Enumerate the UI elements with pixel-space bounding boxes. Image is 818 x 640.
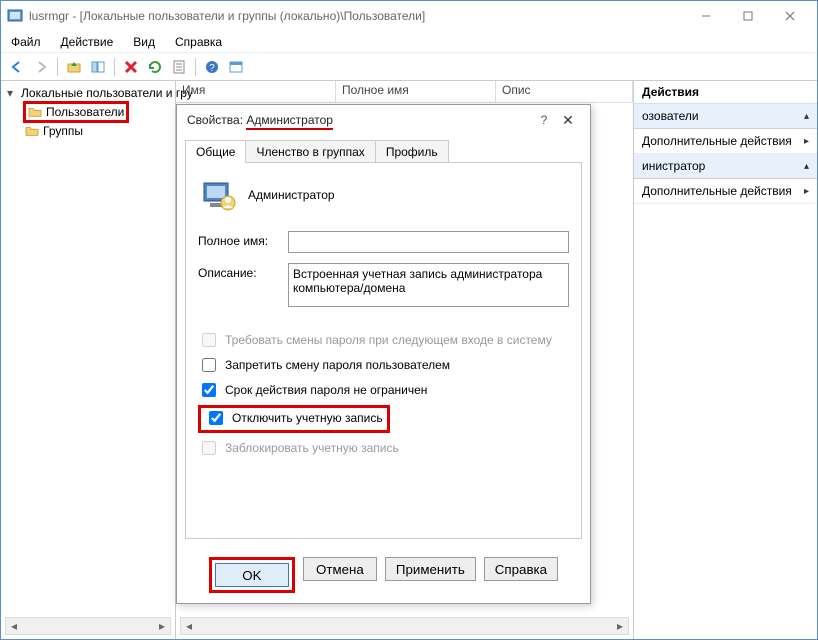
tree-scrollbar[interactable]: ◂ ▸: [5, 617, 171, 635]
svg-text:?: ?: [209, 63, 215, 74]
tab-general[interactable]: Общие: [185, 140, 246, 163]
maximize-button[interactable]: [727, 2, 769, 30]
back-button[interactable]: [7, 57, 27, 77]
tab-profile[interactable]: Профиль: [375, 140, 449, 163]
chk-locked-box: [202, 441, 216, 455]
tree-root-label: Локальные пользователи и гру: [21, 86, 193, 100]
chk-locked: Заблокировать учетную запись: [198, 438, 569, 458]
folder-icon: [28, 106, 42, 118]
scroll-right-icon[interactable]: ▸: [154, 618, 170, 634]
list-scrollbar[interactable]: ◂ ▸: [180, 617, 629, 635]
actions-section-admin[interactable]: инистратор ▴: [634, 154, 817, 179]
actions-section-label: озователи: [642, 109, 699, 123]
collapse-icon: ▴: [804, 111, 809, 122]
menu-view[interactable]: Вид: [129, 33, 159, 51]
cancel-button[interactable]: Отмена: [303, 557, 377, 581]
chk-disable[interactable]: Отключить учетную запись: [205, 408, 383, 428]
properties-button[interactable]: [169, 57, 189, 77]
tree-users[interactable]: Пользователи: [26, 104, 126, 120]
tree-root[interactable]: ▾ Локальные пользователи и гру: [5, 85, 171, 101]
description-input[interactable]: Встроенная учетная запись администратора…: [288, 263, 569, 307]
actions-more-label: Дополнительные действия: [642, 184, 792, 198]
toolbar-separator: [114, 58, 115, 76]
dialog-help-button[interactable]: ?: [532, 113, 556, 127]
show-hide-button[interactable]: [88, 57, 108, 77]
help-button[interactable]: ?: [202, 57, 222, 77]
full-name-label: Полное имя:: [198, 231, 288, 248]
actions-section-users[interactable]: озователи ▴: [634, 104, 817, 129]
scroll-right-icon[interactable]: ▸: [612, 618, 628, 634]
actions-more-2[interactable]: Дополнительные действия ▸: [634, 179, 817, 204]
col-name[interactable]: Имя: [176, 81, 336, 103]
chk-never-expire-box[interactable]: [202, 383, 216, 397]
refresh-button[interactable]: [145, 57, 165, 77]
chevron-right-icon: ▸: [804, 136, 809, 147]
scroll-left-icon[interactable]: ◂: [181, 618, 197, 634]
tab-general-body: Администратор Полное имя: Описание: Встр…: [185, 162, 582, 539]
dialog-tabs: Общие Членство в группах Профиль: [177, 139, 590, 162]
actions-panel: Действия озователи ▴ Дополнительные дейс…: [634, 81, 817, 639]
tree-users-label: Пользователи: [46, 105, 124, 119]
dialog-buttons: OK Отмена Применить Справка: [177, 547, 590, 603]
chk-no-change-box[interactable]: [202, 358, 216, 372]
properties-dialog: Свойства: Администратор ? ✕ Общие Членст…: [176, 104, 591, 604]
chk-never-expire[interactable]: Срок действия пароля не ограничен: [198, 380, 569, 400]
up-folder-button[interactable]: [64, 57, 84, 77]
chk-disable-box[interactable]: [209, 411, 223, 425]
toolbar-separator: [195, 58, 196, 76]
minimize-button[interactable]: [685, 2, 727, 30]
dialog-close-button[interactable]: ✕: [556, 112, 580, 129]
tree-panel: ▾ Локальные пользователи и гру Пользоват…: [1, 81, 176, 639]
folder-icon: [25, 125, 39, 137]
forward-button[interactable]: [31, 57, 51, 77]
user-icon: [198, 175, 238, 215]
tree-groups-label: Группы: [43, 124, 83, 138]
description-label: Описание:: [198, 263, 288, 280]
actions-more-1[interactable]: Дополнительные действия ▸: [634, 129, 817, 154]
menu-help[interactable]: Справка: [171, 33, 226, 51]
chk-force-change-box: [202, 333, 216, 347]
tab-membership[interactable]: Членство в группах: [245, 140, 375, 163]
apply-button[interactable]: Применить: [385, 557, 476, 581]
toolbar: ?: [1, 53, 817, 81]
scroll-left-icon[interactable]: ◂: [6, 618, 22, 634]
menubar: Файл Действие Вид Справка: [1, 31, 817, 53]
chk-no-change[interactable]: Запретить смену пароля пользователем: [198, 355, 569, 375]
actions-title: Действия: [634, 81, 817, 104]
dialog-help-btn[interactable]: Справка: [484, 557, 558, 581]
col-fullname[interactable]: Полное имя: [336, 81, 496, 103]
user-name-label: Администратор: [248, 188, 335, 202]
delete-button[interactable]: [121, 57, 141, 77]
actions-more-label: Дополнительные действия: [642, 134, 792, 148]
dialog-titlebar: Свойства: Администратор ? ✕: [177, 105, 590, 135]
actions-section-label: инистратор: [642, 159, 705, 173]
collapse-icon: ▴: [804, 161, 809, 172]
close-button[interactable]: [769, 2, 811, 30]
window-title: lusrmgr - [Локальные пользователи и груп…: [29, 9, 685, 23]
tree-groups[interactable]: Группы: [23, 123, 171, 139]
ok-button[interactable]: OK: [215, 563, 289, 587]
toolbar-separator: [57, 58, 58, 76]
menu-action[interactable]: Действие: [57, 33, 118, 51]
chevron-right-icon: ▸: [804, 186, 809, 197]
panel-button[interactable]: [226, 57, 246, 77]
full-name-input[interactable]: [288, 231, 569, 253]
col-desc[interactable]: Опис: [496, 81, 633, 103]
window-titlebar: lusrmgr - [Локальные пользователи и груп…: [1, 1, 817, 31]
menu-file[interactable]: Файл: [7, 33, 45, 51]
dialog-title: Свойства: Администратор: [187, 113, 532, 127]
caret-down-icon: ▾: [7, 86, 13, 100]
app-icon: [7, 8, 23, 24]
chk-force-change: Требовать смены пароля при следующем вхо…: [198, 330, 569, 350]
